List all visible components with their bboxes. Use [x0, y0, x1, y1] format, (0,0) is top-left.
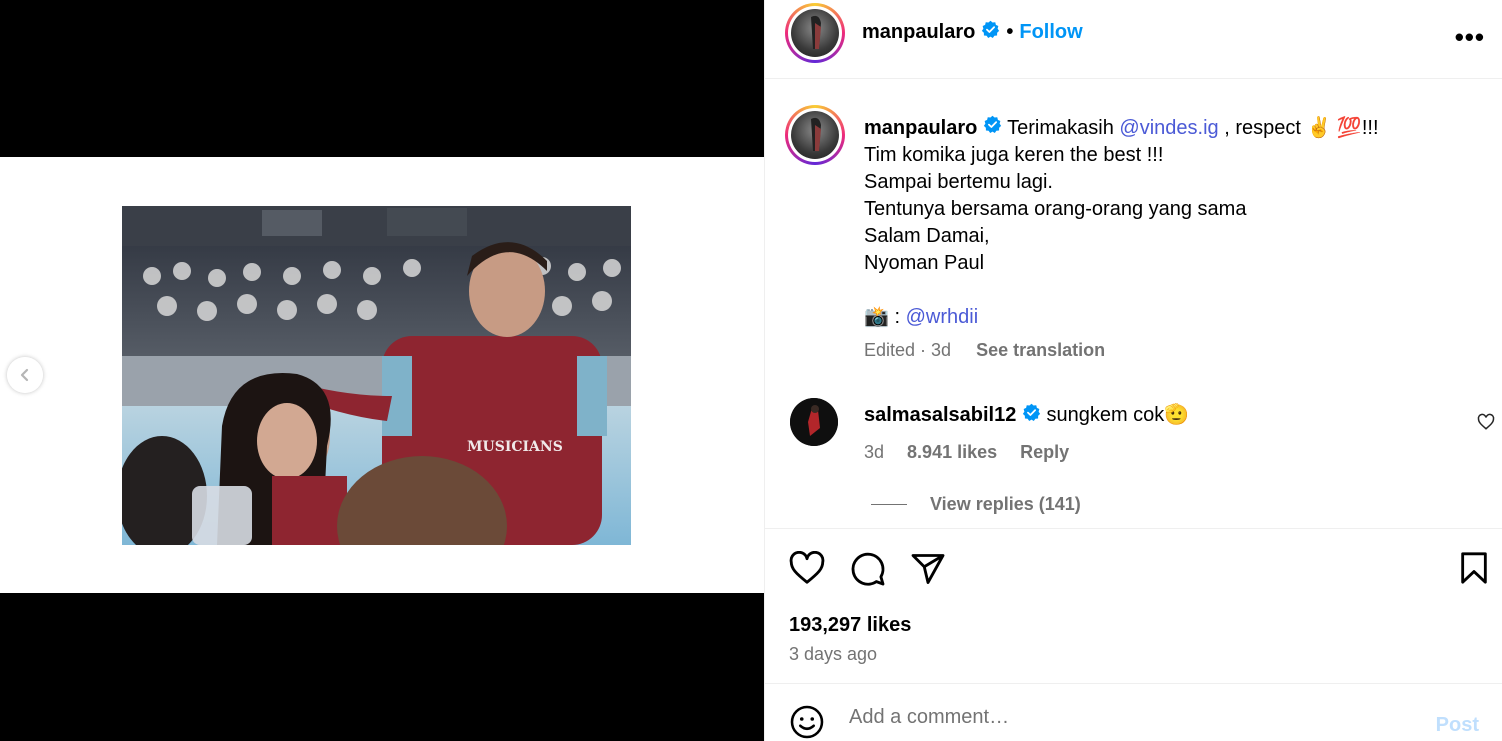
mention-link[interactable]: @vindes.ig [1119, 117, 1218, 139]
verified-badge-icon [1022, 403, 1041, 428]
author-username[interactable]: manpaularo [862, 21, 975, 44]
caption-edited-time: Edited · 3d [864, 340, 952, 361]
post-sidebar: manpaularo • Follow ••• manpaularo Terim… [764, 0, 1502, 741]
post-photo-illustration: MUSICIANS [122, 206, 631, 545]
photographer-mention-link[interactable]: @wrhdii [906, 306, 979, 328]
caption-emojis: ✌️ 💯 [1306, 117, 1362, 139]
post-actions: 193,297 likes 3 days ago [765, 528, 1502, 683]
avatar [791, 111, 839, 159]
caption-text: manpaularo Terimakasih @vindes.ig , resp… [864, 115, 1484, 364]
post-photo[interactable]: MUSICIANS [122, 206, 631, 545]
caption-respect: , respect [1224, 117, 1301, 139]
comment-icon[interactable] [850, 551, 886, 592]
caption-username[interactable]: manpaularo [864, 117, 977, 139]
author-avatar[interactable] [785, 3, 845, 63]
caption-author-avatar[interactable] [785, 105, 845, 165]
caption-line-3: Sampai bertemu lagi. [864, 171, 1053, 194]
chevron-left-icon [20, 368, 29, 382]
previous-photo-button[interactable] [7, 357, 43, 393]
camera-separator: : [894, 306, 901, 329]
comment-time: 3d [864, 442, 885, 462]
share-icon[interactable] [910, 551, 946, 592]
bookmark-icon[interactable] [1459, 551, 1489, 590]
comment-emoji: 🫡 [1164, 404, 1190, 426]
avatar [791, 9, 839, 57]
separator-dot: • [1006, 20, 1014, 43]
replies-divider [871, 504, 907, 505]
comment-like-icon[interactable] [1477, 413, 1495, 436]
camera-icon: 📸 [864, 306, 889, 329]
post-comment-button[interactable]: Post [1436, 714, 1479, 737]
post-header: manpaularo • Follow ••• [765, 0, 1502, 79]
svg-text:MUSICIANS: MUSICIANS [467, 439, 563, 455]
caption-line-2: Tim komika juga keren the best !!! [864, 144, 1164, 167]
see-translation-link[interactable]: See translation [976, 340, 1105, 360]
comment-text: sungkem cok [1046, 404, 1165, 426]
add-comment-bar: Post [765, 683, 1502, 741]
verified-badge-icon [983, 115, 1002, 142]
caption-exclaim: !!! [1361, 117, 1379, 139]
like-icon[interactable] [789, 550, 825, 590]
emoji-smiley-icon[interactable] [789, 704, 825, 741]
comment-input[interactable] [849, 706, 1409, 729]
caption-line-4: Tentunya bersama orang-orang yang sama [864, 198, 1247, 221]
media-pane: MUSICIANS [0, 0, 764, 741]
caption-line-5: Salam Damai, [864, 225, 990, 248]
caption-line-6: Nyoman Paul [864, 252, 985, 275]
commenter-username[interactable]: salmasalsabil12 [864, 404, 1016, 426]
commenter-avatar[interactable] [790, 398, 838, 446]
caption-line-1: Terimakasih [1007, 117, 1114, 139]
reply-button[interactable]: Reply [1020, 442, 1069, 462]
comment-likes[interactable]: 8.941 likes [907, 442, 997, 462]
post-date: 3 days ago [789, 644, 878, 664]
post-likes-count[interactable]: 193,297 likes [789, 614, 911, 637]
view-replies-button[interactable]: View replies (141) [930, 494, 1081, 515]
more-options-icon[interactable]: ••• [1455, 22, 1485, 53]
verified-badge-icon [981, 20, 1000, 44]
follow-button[interactable]: Follow [1019, 21, 1082, 44]
